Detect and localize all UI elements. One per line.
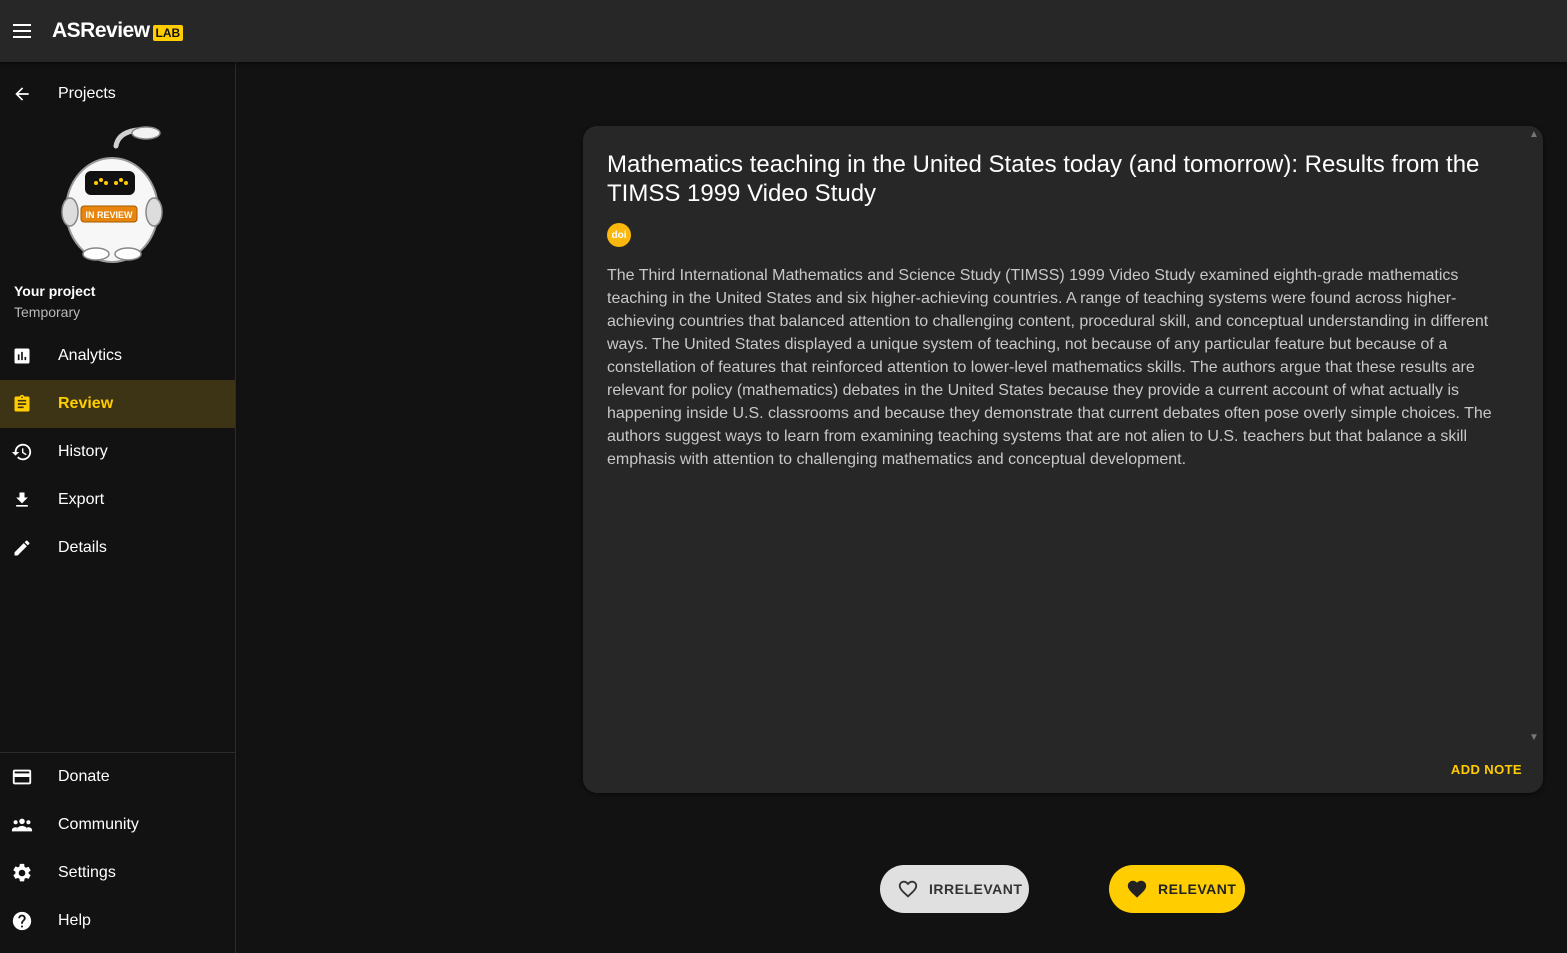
review-icon — [0, 380, 44, 428]
add-note-button[interactable]: ADD NOTE — [1451, 762, 1522, 777]
robot-in-review-illustration: IN REVIEW — [61, 126, 163, 263]
scroll-up-arrow-icon[interactable]: ▲ — [1528, 128, 1540, 140]
hamburger-menu-icon — [13, 24, 31, 38]
sidebar-item-settings[interactable]: Settings — [0, 849, 235, 897]
sidebar-item-label: Community — [58, 816, 139, 833]
sidebar: Projects IN REVIEW Your project Temporar… — [0, 62, 236, 953]
sidebar-item-label: Donate — [58, 768, 110, 785]
record-abstract: The Third International Mathematics and … — [607, 267, 1492, 468]
sidebar-item-help[interactable]: Help — [0, 897, 235, 945]
project-subtitle: Temporary — [14, 304, 81, 320]
record-card: ▲ Mathematics teaching in the United Sta… — [583, 126, 1543, 793]
sidebar-item-label: Details — [58, 539, 107, 556]
doi-link[interactable]: doi — [607, 223, 631, 247]
sidebar-item-details[interactable]: Details — [0, 524, 235, 572]
sidebar-item-label: Settings — [58, 864, 116, 881]
sidebar-item-analytics[interactable]: Analytics — [0, 332, 235, 380]
arrow-back-icon — [0, 70, 44, 118]
project-info: Your project Temporary — [14, 283, 95, 320]
people-icon — [0, 801, 44, 849]
gear-icon — [0, 849, 44, 897]
back-to-projects-button[interactable]: Projects — [0, 70, 235, 118]
analytics-icon — [0, 332, 44, 380]
sidebar-item-label: Review — [58, 395, 114, 412]
app-logo[interactable]: ASReview LAB — [52, 19, 184, 43]
irrelevant-label: IRRELEVANT — [929, 881, 1023, 897]
sidebar-item-community[interactable]: Community — [0, 801, 235, 849]
relevant-button[interactable]: RELEVANT — [1109, 865, 1245, 913]
irrelevant-button[interactable]: IRRELEVANT — [880, 865, 1029, 913]
scroll-down-arrow-icon[interactable]: ▼ — [1528, 731, 1540, 743]
sidebar-item-export[interactable]: Export — [0, 476, 235, 524]
app-bar: ASReview LAB — [0, 0, 1567, 62]
logo-text: ASReview — [52, 19, 150, 42]
back-label: Projects — [58, 85, 116, 102]
robot-badge-text: IN REVIEW — [85, 210, 133, 220]
download-icon — [0, 476, 44, 524]
sidebar-item-history[interactable]: History — [0, 428, 235, 476]
project-title: Your project — [14, 283, 96, 299]
doi-icon: doi — [611, 229, 627, 241]
credit-card-icon — [0, 753, 44, 801]
sidebar-item-label: Export — [58, 491, 105, 508]
sidebar-item-donate[interactable]: Donate — [0, 753, 235, 801]
sidebar-item-label: Analytics — [58, 347, 123, 364]
logo-badge: LAB — [152, 24, 184, 41]
relevant-label: RELEVANT — [1158, 881, 1237, 897]
heart-outline-icon — [897, 878, 919, 900]
sidebar-item-label: History — [58, 443, 108, 460]
history-icon — [0, 428, 44, 476]
sidebar-item-review[interactable]: Review — [0, 380, 235, 428]
edit-icon — [0, 524, 44, 572]
record-title: Mathematics teaching in the United State… — [607, 151, 1480, 207]
sidebar-item-label: Help — [58, 912, 91, 929]
heart-filled-icon — [1126, 878, 1148, 900]
help-icon — [0, 897, 44, 945]
menu-button[interactable] — [0, 9, 44, 53]
